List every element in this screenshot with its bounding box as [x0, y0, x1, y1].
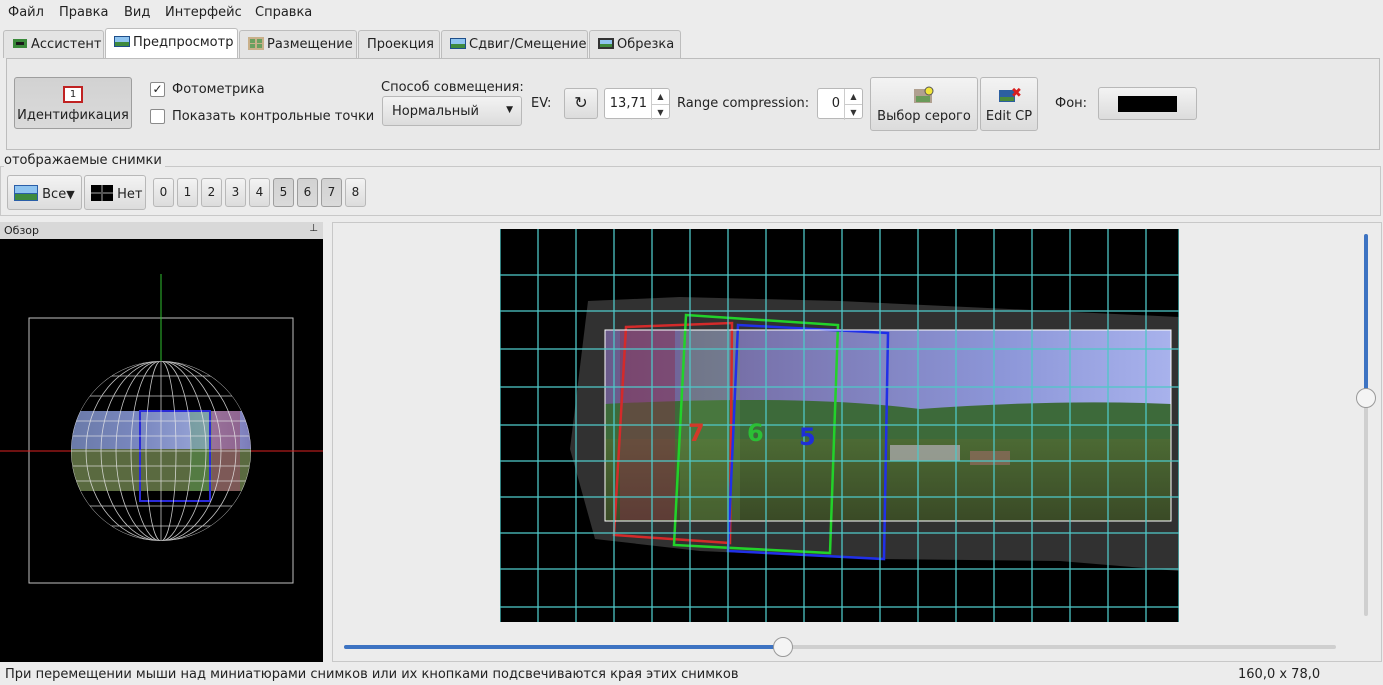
range-compression-value: 0 — [831, 96, 840, 111]
ev-label: EV: — [531, 96, 552, 111]
tab-projection[interactable]: Проекция — [358, 30, 440, 58]
tab-layout[interactable]: Размещение — [239, 30, 357, 58]
photometric-label: Фотометрика — [172, 82, 265, 97]
identify-button[interactable]: 1 Идентификация — [14, 77, 132, 129]
tab-assistant-label: Ассистент — [31, 37, 102, 52]
panorama-preview: 7 6 5 — [499, 229, 1180, 646]
tab-preview-label: Предпросмотр — [133, 35, 234, 50]
gray-picker-button[interactable]: Выбор серого — [870, 77, 978, 131]
menu-view[interactable]: Вид — [124, 5, 150, 20]
tab-preview[interactable]: Предпросмотр — [105, 28, 238, 59]
show-cp-checkbox[interactable] — [150, 109, 165, 124]
menu-interface[interactable]: Интерфейс — [165, 5, 242, 20]
layout-icon — [248, 37, 264, 50]
panorama-house — [970, 451, 1010, 465]
all-images-icon — [14, 185, 38, 205]
identify-icon: 1 — [63, 86, 83, 103]
status-bar: При перемещении мыши над миниатюрами сни… — [0, 663, 1383, 685]
blend-mode-select[interactable]: Нормальный ▼ — [382, 96, 522, 126]
pin-icon[interactable]: ⊥ — [309, 223, 318, 234]
blend-mode-value: Нормальный — [392, 104, 479, 119]
preview-icon — [114, 35, 130, 48]
redo-icon: ↻ — [574, 93, 588, 112]
vertical-fov-slider-fill — [1364, 234, 1368, 397]
range-compression-spinbox[interactable]: 0 ▲ ▼ — [817, 88, 863, 120]
tab-bar: Ассистент Предпросмотр Размещение Проекц… — [0, 26, 1383, 59]
menu-help[interactable]: Справка — [255, 5, 312, 20]
preview-grid — [499, 229, 1180, 646]
status-message: При перемещении мыши над миниатюрами сни… — [5, 667, 739, 682]
background-color-button[interactable] — [1098, 87, 1197, 120]
tab-layout-label: Размещение — [267, 37, 353, 52]
show-all-button[interactable]: Все▼ — [7, 175, 82, 210]
show-all-label: Все — [42, 187, 67, 202]
image-toggle-0[interactable]: 0 — [153, 178, 174, 207]
vertical-fov-slider-track[interactable] — [1364, 234, 1368, 616]
image-toggle-3[interactable]: 3 — [225, 178, 246, 207]
assistant-icon — [12, 37, 28, 50]
ev-value: 13,71 — [609, 96, 647, 111]
horizontal-fov-slider-track[interactable] — [344, 645, 1336, 649]
show-none-label: Нет — [117, 187, 143, 202]
gray-picker-label: Выбор серого — [877, 109, 971, 124]
overview-sphere — [0, 274, 323, 584]
horizontal-fov-slider-handle[interactable] — [773, 637, 793, 657]
image-toggle-5[interactable]: 5 — [273, 178, 294, 207]
horizontal-fov-slider-fill — [344, 645, 783, 649]
tab-crop-label: Обрезка — [617, 37, 675, 52]
menu-edit[interactable]: Правка — [59, 5, 108, 20]
gray-picker-icon — [914, 86, 934, 108]
background-color-swatch — [1118, 96, 1177, 112]
blend-mode-label: Способ совмещения: — [381, 80, 524, 95]
chevron-up-icon[interactable]: ▲ — [844, 89, 862, 105]
tab-crop[interactable]: Обрезка — [589, 30, 681, 58]
tab-move[interactable]: Сдвиг/Смещение — [441, 30, 588, 58]
tab-projection-label: Проекция — [367, 37, 434, 52]
chevron-down-icon: ▼ — [506, 105, 513, 115]
move-icon — [450, 37, 466, 50]
no-images-icon — [91, 185, 113, 205]
ev-spinbox[interactable]: 13,71 ▲ ▼ — [604, 88, 670, 120]
displayed-images-label: отображаемые снимки — [4, 153, 165, 168]
image-label-6: 6 — [747, 419, 764, 447]
edit-cp-label: Edit CP — [985, 109, 1033, 124]
edit-cp-icon: ✖ — [999, 86, 1022, 108]
show-none-button[interactable]: Нет — [84, 175, 146, 210]
edit-cp-button[interactable]: ✖ Edit CP — [980, 77, 1038, 131]
show-cp-label: Показать контрольные точки — [172, 109, 375, 124]
image-toggle-1[interactable]: 1 — [177, 178, 198, 207]
fov-readout: 160,0 x 78,0 — [1238, 667, 1321, 682]
tab-move-label: Сдвиг/Смещение — [469, 37, 587, 52]
identify-label: Идентификация — [17, 108, 129, 123]
menu-bar: Файл Правка Вид Интерфейс Справка — [0, 0, 1383, 26]
svg-text:✖: ✖ — [1011, 86, 1021, 101]
image-toggle-7[interactable]: 7 — [321, 178, 342, 207]
image-label-7: 7 — [688, 419, 705, 447]
overview-canvas[interactable] — [0, 239, 323, 662]
tab-assistant[interactable]: Ассистент — [3, 30, 104, 58]
overview-panel-header: Обзор ⊥ — [0, 222, 323, 239]
image-toggle-2[interactable]: 2 — [201, 178, 222, 207]
image-label-5: 5 — [799, 423, 816, 451]
menu-file[interactable]: Файл — [8, 5, 44, 20]
displayed-images-section: отображаемые снимки Все▼ Нет 0 1 2 3 4 5… — [0, 153, 1383, 216]
reset-ev-button[interactable]: ↻ — [564, 88, 598, 119]
range-compression-label: Range compression: — [677, 96, 810, 111]
chevron-down-icon[interactable]: ▼ — [844, 104, 862, 120]
identify-badge: 1 — [69, 89, 77, 100]
overview-title: Обзор — [4, 224, 40, 237]
chevron-up-icon[interactable]: ▲ — [651, 89, 669, 105]
preview-toolbar: 1 Идентификация ✓ Фотометрика Показать к… — [6, 58, 1380, 150]
chevron-down-icon[interactable]: ▼ — [651, 104, 669, 120]
triangle-down-icon: ▼ — [66, 188, 75, 201]
image-toggle-6[interactable]: 6 — [297, 178, 318, 207]
photometric-checkbox[interactable]: ✓ — [150, 82, 165, 97]
background-label: Фон: — [1055, 96, 1088, 111]
panorama-preview-canvas[interactable]: 7 6 5 — [499, 229, 1180, 646]
panorama-house — [890, 445, 960, 461]
image-toggle-4[interactable]: 4 — [249, 178, 270, 207]
vertical-fov-slider-handle[interactable] — [1356, 388, 1376, 408]
crop-icon — [598, 37, 614, 50]
image-toggle-8[interactable]: 8 — [345, 178, 366, 207]
